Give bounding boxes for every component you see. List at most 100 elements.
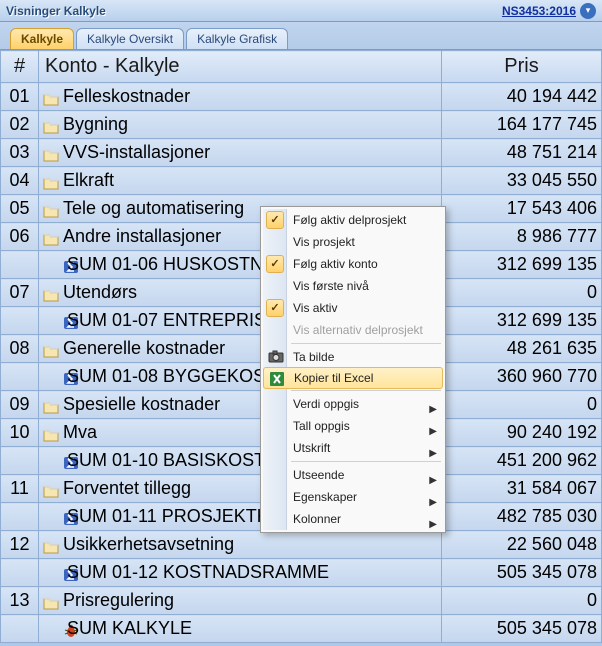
context-menu-item[interactable]: Utseende▶ <box>263 464 443 486</box>
tab-kalkyle-grafisk[interactable]: Kalkyle Grafisk <box>186 28 288 49</box>
context-menu-item[interactable]: Ta bilde <box>263 346 443 368</box>
table-row[interactable]: 02Bygning164 177 745 <box>1 111 602 139</box>
folder-icon <box>43 202 59 216</box>
table-row[interactable]: 13Prisregulering0 <box>1 587 602 615</box>
row-label: Elkraft <box>39 167 442 195</box>
row-price: 164 177 745 <box>442 111 602 139</box>
row-num: 02 <box>1 111 39 139</box>
context-menu-item[interactable]: Utskrift▶ <box>263 437 443 459</box>
context-menu-label: Egenskaper <box>293 490 357 504</box>
row-price: 40 194 442 <box>442 83 602 111</box>
context-menu-item[interactable]: ✓Vis aktiv <box>263 297 443 319</box>
row-num <box>1 307 39 335</box>
col-header-konto[interactable]: Konto - Kalkyle <box>39 51 442 83</box>
row-price: 360 960 770 <box>442 363 602 391</box>
row-price: 0 <box>442 391 602 419</box>
row-price: 8 986 777 <box>442 223 602 251</box>
context-menu-label: Følg aktiv delprosjekt <box>293 213 406 227</box>
row-price: 312 699 135 <box>442 251 602 279</box>
table-row[interactable]: 12Usikkerhetsavsetning22 560 048 <box>1 531 602 559</box>
folder-icon <box>43 482 59 496</box>
context-menu-label: Utseende <box>293 468 344 482</box>
row-label: Bygning <box>39 111 442 139</box>
row-price: 505 345 078 <box>442 559 602 587</box>
row-price: 22 560 048 <box>442 531 602 559</box>
context-menu-item[interactable]: Kolonner▶ <box>263 508 443 530</box>
row-num: 06 <box>1 223 39 251</box>
context-menu-label: Kolonner <box>293 512 341 526</box>
context-menu-item[interactable]: Vis prosjekt <box>263 231 443 253</box>
table-row[interactable]: SUM 01-12 KOSTNADSRAMME505 345 078 <box>1 559 602 587</box>
context-menu-separator <box>291 390 441 391</box>
sigma-icon <box>43 370 63 384</box>
col-header-num[interactable]: # <box>1 51 39 83</box>
row-price: 17 543 406 <box>442 195 602 223</box>
context-menu-item[interactable]: Verdi oppgis▶ <box>263 393 443 415</box>
table-row[interactable]: 04Elkraft33 045 550 <box>1 167 602 195</box>
context-menu-label: Tall oppgis <box>293 419 350 433</box>
row-num: 05 <box>1 195 39 223</box>
row-num: 09 <box>1 391 39 419</box>
context-menu-label: Vis prosjekt <box>293 235 355 249</box>
context-menu-item[interactable]: ✓ Følg aktiv konto <box>263 253 443 275</box>
folder-icon <box>43 342 59 356</box>
sigma-icon <box>43 314 63 328</box>
context-menu-separator <box>291 461 441 462</box>
row-price: 312 699 135 <box>442 307 602 335</box>
row-price: 0 <box>442 587 602 615</box>
context-menu-label: Følg aktiv konto <box>293 257 378 271</box>
sigma-icon <box>43 258 63 272</box>
tab-kalkyle-oversikt[interactable]: Kalkyle Oversikt <box>76 28 184 49</box>
row-num <box>1 503 39 531</box>
check-icon: ✓ <box>266 299 284 317</box>
submenu-arrow-icon: ▶ <box>429 514 437 536</box>
row-price: 31 584 067 <box>442 475 602 503</box>
bug-icon <box>43 622 63 636</box>
table-row[interactable]: SUM KALKYLE505 345 078 <box>1 615 602 643</box>
row-num: 07 <box>1 279 39 307</box>
row-label: SUM 01-12 KOSTNADSRAMME <box>39 559 442 587</box>
title-bar: Visninger Kalkyle NS3453:2016 ▾ <box>0 0 602 22</box>
col-header-price[interactable]: Pris <box>442 51 602 83</box>
excel-icon <box>269 371 285 387</box>
table-row[interactable]: 01Felleskostnader40 194 442 <box>1 83 602 111</box>
check-icon: ✓ <box>266 255 284 273</box>
standard-link[interactable]: NS3453:2016 <box>502 4 576 18</box>
context-menu-item[interactable]: Tall oppgis▶ <box>263 415 443 437</box>
row-num: 13 <box>1 587 39 615</box>
context-menu-label: Ta bilde <box>293 350 334 364</box>
folder-icon <box>43 594 59 608</box>
context-menu-item[interactable]: Vis første nivå <box>263 275 443 297</box>
sigma-icon <box>43 566 63 580</box>
row-num: 10 <box>1 419 39 447</box>
folder-icon <box>43 538 59 552</box>
context-menu[interactable]: ✓ Følg aktiv delprosjekt Vis prosjekt ✓ Følg… <box>260 206 446 533</box>
row-num: 11 <box>1 475 39 503</box>
check-icon: ✓ <box>266 211 284 229</box>
folder-icon <box>43 118 59 132</box>
tab-kalkyle[interactable]: Kalkyle <box>10 28 74 49</box>
row-price: 0 <box>442 279 602 307</box>
row-num <box>1 615 39 643</box>
row-price: 451 200 962 <box>442 447 602 475</box>
context-menu-item[interactable]: ✓ Følg aktiv delprosjekt <box>263 209 443 231</box>
row-label: SUM KALKYLE <box>39 615 442 643</box>
row-price: 505 345 078 <box>442 615 602 643</box>
row-price: 90 240 192 <box>442 419 602 447</box>
tab-strip: KalkyleKalkyle OversiktKalkyle Grafisk <box>0 22 602 49</box>
row-num <box>1 447 39 475</box>
row-num <box>1 251 39 279</box>
window-title: Visninger Kalkyle <box>6 4 106 18</box>
context-menu-item[interactable]: Egenskaper▶ <box>263 486 443 508</box>
row-num: 08 <box>1 335 39 363</box>
context-menu-label: Vis alternativ delprosjekt <box>293 323 423 337</box>
row-price: 48 261 635 <box>442 335 602 363</box>
table-row[interactable]: 03VVS-installasjoner48 751 214 <box>1 139 602 167</box>
row-num: 04 <box>1 167 39 195</box>
sigma-icon <box>43 510 63 524</box>
chevron-down-icon[interactable]: ▾ <box>580 3 596 19</box>
row-label: Usikkerhetsavsetning <box>39 531 442 559</box>
context-menu-item[interactable]: Kopier til Excel <box>263 367 443 389</box>
folder-icon <box>43 426 59 440</box>
row-price: 33 045 550 <box>442 167 602 195</box>
